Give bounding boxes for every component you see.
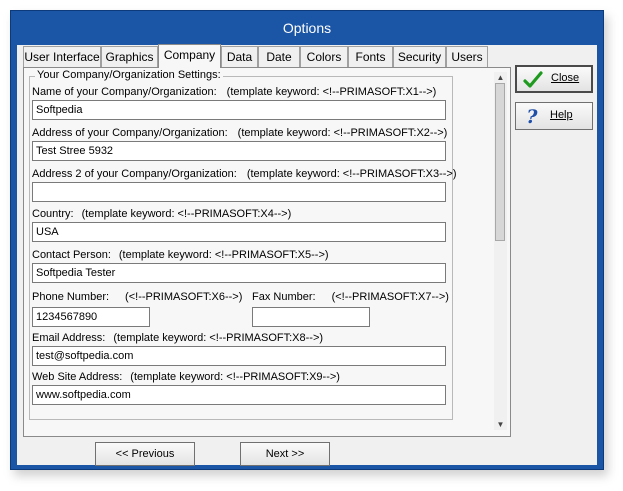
fax-number-label: Fax Number: (<!--PRIMASOFT:X7-->) [252,291,449,303]
scrollbar-thumb[interactable] [495,83,505,241]
phone-number-input[interactable]: 1234567890 [32,307,150,327]
company-address2-input[interactable] [32,182,446,202]
company-name-input[interactable]: Softpedia [32,100,446,120]
vertical-scrollbar[interactable]: ▲ ▼ [494,72,507,430]
company-settings-group: Your Company/Organization Settings: Name… [29,69,457,420]
tab-company[interactable]: Company [158,44,221,68]
next-button[interactable]: Next >> [240,442,330,466]
scroll-down-arrow-icon[interactable]: ▼ [496,420,505,429]
question-mark-icon: ? [526,106,538,126]
tab-security[interactable]: Security [393,46,446,67]
country-label: Country: (template keyword: <!--PRIMASOFT… [32,208,292,220]
contact-person-input[interactable]: Softpedia Tester [32,263,446,283]
svg-text:?: ? [526,106,538,126]
phone-number-label: Phone Number: (<!--PRIMASOFT:X6-->) [32,291,243,303]
country-input[interactable]: USA [32,222,446,242]
company-name-label: Name of your Company/Organization: (templ… [32,86,437,98]
email-address-label: Email Address: (template keyword: <!--PRI… [32,332,324,344]
tab-graphics[interactable]: Graphics [101,46,158,67]
tab-fonts[interactable]: Fonts [348,46,393,67]
window-title: Options [282,20,332,36]
contact-person-label: Contact Person: (template keyword: <!--PR… [32,249,329,261]
fax-number-input[interactable] [252,307,370,327]
company-address2-label: Address 2 of your Company/Organization:(… [32,168,457,180]
close-button[interactable]: Close [515,65,593,93]
web-site-input[interactable]: www.softpedia.com [32,385,446,405]
group-title: Your Company/Organization Settings: [35,69,223,81]
help-button[interactable]: ? Help [515,102,593,130]
tab-colors[interactable]: Colors [300,46,348,67]
tab-user-interface[interactable]: User Interface [23,46,101,67]
company-address-input[interactable]: Test Stree 5932 [32,141,446,161]
tab-data[interactable]: Data [221,46,258,67]
options-window: Options User Interface Graphics Company … [10,10,604,470]
company-tab-panel: Your Company/Organization Settings: Name… [23,67,511,437]
web-site-label: Web Site Address: (template keyword: <!--… [32,371,340,383]
checkmark-icon [523,71,543,88]
dialog-client-area: User Interface Graphics Company Data Dat… [17,44,597,466]
tab-users[interactable]: Users [446,46,488,67]
tab-date[interactable]: Date [258,46,300,67]
email-address-input[interactable]: test@softpedia.com [32,346,446,366]
previous-button[interactable]: << Previous [95,442,195,466]
help-button-label: Help [550,109,573,121]
scroll-up-arrow-icon[interactable]: ▲ [496,73,505,82]
company-address-label: Address of your Company/Organization: (te… [32,127,448,139]
close-button-label: Close [551,72,580,84]
